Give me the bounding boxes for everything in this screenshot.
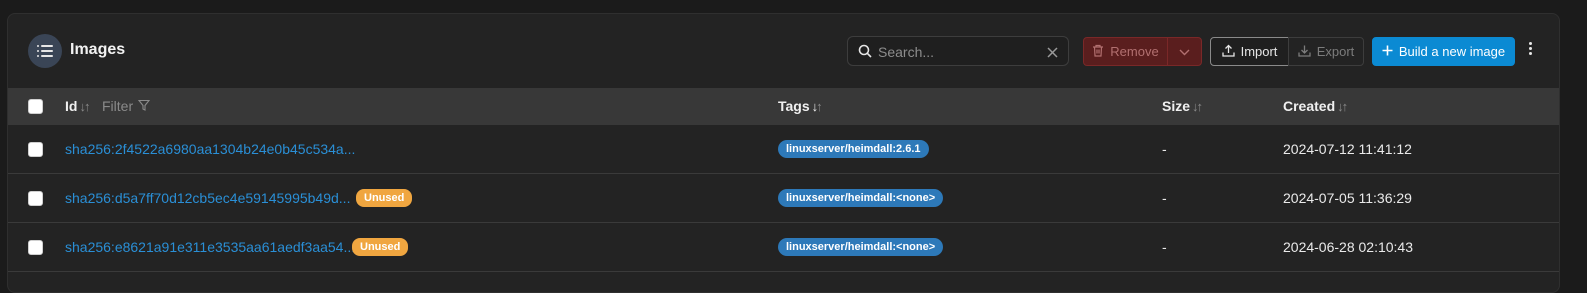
unused-badge: Unused: [352, 238, 409, 256]
column-size-label: Size: [1162, 98, 1191, 114]
size-value: -: [1162, 190, 1167, 206]
build-label: Build a new image: [1398, 44, 1506, 59]
plus-icon: [1382, 44, 1393, 59]
column-header-id[interactable]: Id ↓↑: [65, 98, 90, 114]
image-id-link[interactable]: sha256:e8621a91e311e3535aa61aedf3aa54...: [65, 239, 355, 255]
image-id-link[interactable]: sha256:2f4522a6980aa1304b24e0b45c534a...: [65, 141, 355, 157]
list-icon: [28, 34, 62, 68]
size-value: -: [1162, 239, 1167, 255]
column-created-label: Created: [1283, 98, 1336, 114]
search-icon: [858, 44, 872, 61]
panel-header: Images Remove Import: [8, 14, 1559, 88]
trash-icon: [1092, 44, 1104, 60]
sort-asc-arrow: ↑: [816, 98, 822, 114]
filter-label: Filter: [102, 98, 134, 114]
sort-id-icon[interactable]: ↓↑: [79, 99, 90, 114]
remove-button[interactable]: Remove: [1083, 37, 1168, 66]
row-checkbox[interactable]: [28, 191, 43, 206]
upload-icon: [1221, 44, 1235, 60]
row-checkbox[interactable]: [28, 240, 43, 255]
table-row[interactable]: sha256:e8621a91e311e3535aa61aedf3aa54...…: [8, 223, 1559, 272]
id-filter[interactable]: Filter: [102, 98, 151, 114]
column-header-tags[interactable]: Tags ↓↑: [778, 98, 823, 114]
column-tags-label: Tags: [778, 98, 810, 114]
select-all-checkbox[interactable]: [28, 99, 43, 114]
created-value: 2024-06-28 02:10:43: [1283, 239, 1413, 255]
tag-badge: linuxserver/heimdall:2.6.1: [778, 140, 929, 158]
column-header-created[interactable]: Created ↓↑: [1283, 98, 1348, 114]
created-value: 2024-07-12 11:41:12: [1283, 141, 1412, 157]
download-icon: [1298, 44, 1311, 60]
export-label: Export: [1316, 44, 1355, 59]
sort-tags-icon[interactable]: ↓↑: [812, 98, 823, 114]
image-id-link[interactable]: sha256:d5a7ff70d12cb5ec4e59145995b49d...: [65, 190, 350, 206]
unused-badge: Unused: [356, 189, 413, 207]
chevron-down-icon: [1179, 44, 1190, 59]
remove-label: Remove: [1110, 44, 1159, 59]
clear-search-icon[interactable]: [1047, 45, 1058, 61]
row-checkbox[interactable]: [28, 142, 43, 157]
tag-badge: linuxserver/heimdall:<none>: [778, 238, 944, 256]
table-row[interactable]: sha256:2f4522a6980aa1304b24e0b45c534a...…: [8, 125, 1559, 174]
import-button[interactable]: Import: [1210, 37, 1289, 66]
search-box[interactable]: [847, 36, 1069, 66]
column-header-size[interactable]: Size ↓↑: [1162, 98, 1203, 114]
created-value: 2024-07-05 11:36:29: [1283, 190, 1412, 206]
table-header: Id ↓↑ Filter Tags ↓↑ Size ↓↑ Created ↓↑: [8, 88, 1559, 125]
import-label: Import: [1240, 44, 1278, 59]
export-button[interactable]: Export: [1288, 37, 1364, 66]
size-value: -: [1162, 141, 1167, 157]
sort-created-icon[interactable]: ↓↑: [1337, 99, 1348, 114]
column-id-label: Id: [65, 98, 78, 114]
remove-options-button[interactable]: [1167, 37, 1202, 66]
search-input[interactable]: [878, 41, 1038, 63]
images-panel: Images Remove Import: [7, 13, 1560, 293]
filter-icon: [137, 98, 151, 114]
table-row[interactable]: sha256:d5a7ff70d12cb5ec4e59145995b49d...…: [8, 174, 1559, 223]
page-title: Images: [70, 41, 126, 58]
sort-size-icon[interactable]: ↓↑: [1192, 99, 1203, 114]
tag-badge: linuxserver/heimdall:<none>: [778, 189, 944, 207]
build-image-button[interactable]: Build a new image: [1372, 37, 1515, 66]
more-options-icon[interactable]: [1525, 42, 1535, 62]
